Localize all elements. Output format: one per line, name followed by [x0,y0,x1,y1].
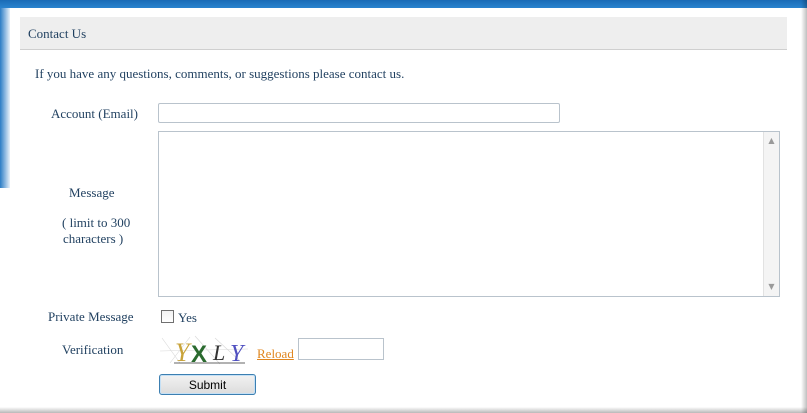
private-yes-label: Yes [178,310,197,325]
window-bottom-shadow [0,407,807,413]
message-label: Message [69,185,115,200]
private-message-checkbox[interactable] [161,310,174,323]
intro-text: If you have any questions, comments, or … [35,66,405,81]
message-hint-line1: ( limit to 300 [62,215,131,230]
verification-label: Verification [62,342,124,357]
captcha-char-3: L [212,340,225,365]
scroll-up-arrow-icon[interactable]: ▲ [764,134,779,148]
account-email-input[interactable] [158,103,560,123]
window-frame: Contact Us If you have any questions, co… [0,0,807,413]
private-message-label: Private Message [48,309,134,324]
message-textarea[interactable]: ▲ ▼ [158,131,780,297]
submit-button[interactable]: Submit [159,374,256,395]
reload-captcha-link[interactable]: Reload [257,346,294,362]
page-title: Contact Us [28,26,87,41]
account-label: Account (Email) [51,106,138,121]
captcha-image: Y X L Y [160,333,250,367]
left-blue-edge [0,8,10,188]
window-right-shadow [801,0,807,413]
message-hint-line2: characters ) [63,231,124,246]
message-scrollbar[interactable]: ▲ ▼ [763,132,779,296]
verification-input[interactable] [298,338,384,360]
scroll-down-arrow-icon[interactable]: ▼ [764,280,779,294]
top-blue-bar [0,0,807,8]
panel-header: Contact Us [20,17,787,50]
